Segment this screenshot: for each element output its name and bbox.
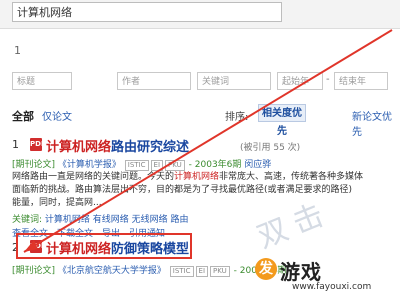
annotation-highlight-box [16, 233, 192, 259]
annotation-arrow-line [23, 29, 393, 253]
watermark-text: 游戏 [280, 260, 322, 284]
watermark-logo-icon: 发 [255, 258, 277, 280]
watermark-url: www.fayouxi.com [292, 282, 372, 292]
